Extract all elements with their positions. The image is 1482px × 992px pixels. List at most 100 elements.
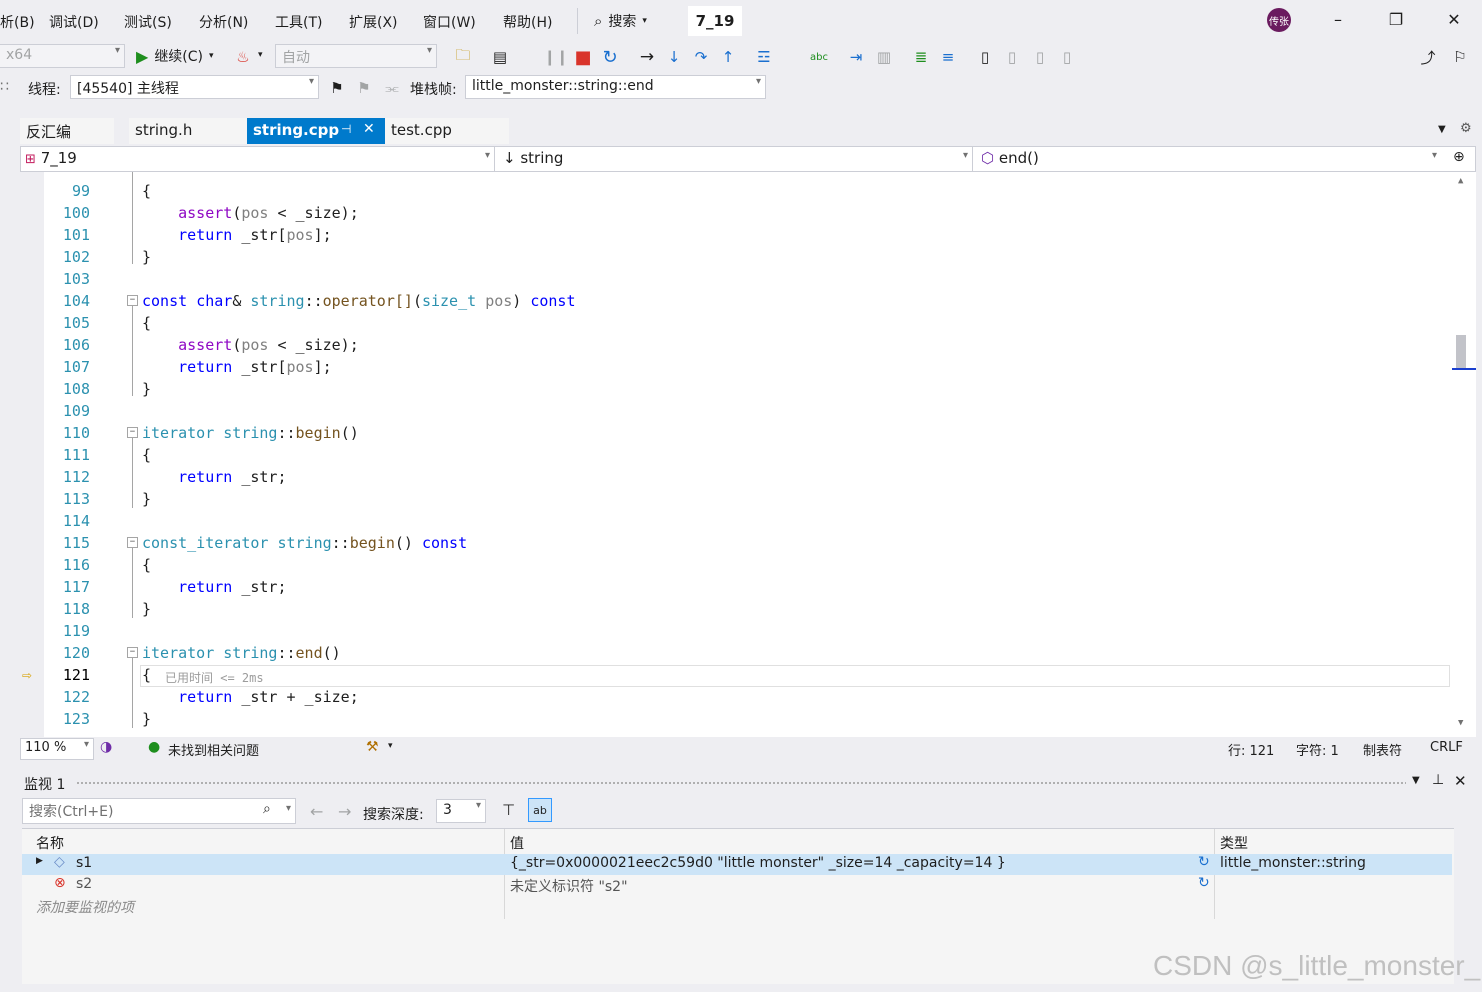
restore-icon[interactable]: ❐ [1386,10,1406,32]
pin-icon[interactable]: ⊣ [341,122,351,136]
indent-icon[interactable]: ≣ [911,47,931,67]
share-icon[interactable]: ⤴ [1418,47,1438,67]
close-tab-icon[interactable]: ✕ [363,121,375,137]
spell-check-icon[interactable]: abc [809,47,829,67]
tab-string-cpp[interactable]: string.cpp ⊣ ✕ [247,118,385,144]
watch-row[interactable]: ⊗ s2 未定义标识符 "s2" ↻ [22,875,1452,896]
step-into-icon[interactable]: ↓ [664,47,684,67]
config-combo[interactable]: 自动 ▾ [275,44,437,68]
bookmark-next-icon[interactable]: ▯ [1030,47,1050,67]
stop-icon[interactable]: ■ [573,47,593,68]
breakpoint-icon[interactable]: ⇥ [846,47,866,67]
vertical-scrollbar[interactable]: ▲ ▼ [1452,172,1476,737]
layout-icon[interactable]: ▤ [490,47,510,67]
depth-combo[interactable]: 3 ▾ [436,799,486,823]
eol-indicator[interactable]: CRLF [1430,740,1463,755]
minimize-icon[interactable]: – [1328,10,1348,32]
chevron-down-icon[interactable]: ▾ [388,741,393,751]
bookmark-icon[interactable]: ▯ [975,47,995,67]
bookmark-clear-icon[interactable]: ▯ [1057,47,1077,67]
tab-string-h[interactable]: string.h [129,118,247,144]
split-editor-icon[interactable]: ⊕ [1453,149,1465,165]
menu-help[interactable]: 帮助(H) [503,12,552,32]
watch-value[interactable]: 未定义标识符 "s2" [510,876,628,896]
search-back-icon[interactable]: ← [310,802,323,821]
thread-combo[interactable]: [45540] 主线程 ▾ [70,75,319,99]
platform-combo[interactable]: x64 ▾ [0,44,125,68]
search-button[interactable]: ⌕ 搜索 ▾ [594,11,647,31]
close-window-icon[interactable]: ✕ [1444,10,1464,32]
pin-icon[interactable]: ⊥ [1432,772,1444,788]
member-combo[interactable]: ⬡ end() ▾ [977,147,1441,171]
outline-guide [132,438,133,508]
scroll-thumb[interactable] [1456,335,1466,369]
flag-threads-icon[interactable]: ⚑ [354,78,374,98]
columns-icon[interactable]: ▥ [874,47,894,67]
expand-icon[interactable]: ▶ [36,856,43,866]
standard-toolbar: x64 ▾ ▶ 继续(C) ▾ ♨ ▾ 自动 ▾ 🗀 ▤ ❙❙ ■ ↻ → ↓ ↷ … [0,42,1482,72]
code-map-icon[interactable]: ☲ [754,47,774,67]
thread-switch-icon[interactable]: ⫘ [382,78,402,98]
scroll-up-icon[interactable]: ▲ [1458,176,1463,186]
gear-icon[interactable]: ⚙ [1460,121,1472,136]
tab-test-cpp[interactable]: test.cpp [385,118,509,144]
pause-icon[interactable]: ❙❙ [543,47,568,67]
project-combo[interactable]: ⊞ 7_19 ▾ [21,147,495,171]
folder-icon[interactable]: 🗀 [453,46,473,67]
outdent-icon[interactable]: ≡ [938,47,958,67]
copilot-icon[interactable]: ◑ [100,739,112,755]
menu-debug[interactable]: 调试(D) [49,12,99,32]
column-value[interactable]: 值 [510,833,524,853]
menu-build[interactable]: 析(B) [0,12,35,32]
menu-tools[interactable]: 工具(T) [275,12,322,32]
continue-button[interactable]: ▶ 继续(C) ▾ [136,46,214,66]
zoom-combo[interactable]: 110 % ▾ [20,738,94,760]
refresh-icon[interactable]: ↻ [1198,875,1210,891]
editor-status-bar: 110 % ▾ ◑ ● 未找到相关问题 ⚒ ▾ 行: 121 字符: 1 制表符 … [20,737,1476,761]
collapse-icon[interactable]: − [127,295,138,306]
line-indicator[interactable]: 行: 121 [1228,740,1274,759]
collapse-icon[interactable]: − [127,427,138,438]
watch-search-input[interactable]: 搜索(Ctrl+E) ⌕ ▾ [22,798,296,824]
scope-combo[interactable]: ↓ string ▾ [499,147,973,171]
search-forward-icon[interactable]: → [338,802,351,821]
scroll-down-icon[interactable]: ▼ [1458,718,1463,728]
menu-test[interactable]: 测试(S) [124,12,172,32]
tabs-indicator[interactable]: 制表符 [1363,740,1402,759]
issues-status[interactable]: 未找到相关问题 [168,740,259,759]
column-type[interactable]: 类型 [1220,833,1248,853]
feedback-icon[interactable]: ⚐ [1450,47,1470,67]
cleanup-brush-icon[interactable]: ⚒ [366,739,379,755]
refresh-icon[interactable]: ↻ [1198,854,1210,870]
collapse-icon[interactable]: − [127,537,138,548]
code-line: assert(pos < _size); [178,336,359,354]
close-icon[interactable]: ✕ [1454,772,1467,790]
tab-disassembly[interactable]: 反汇编 [20,118,114,144]
window-menu-icon[interactable]: ▼ [1412,775,1420,786]
tab-overflow-icon[interactable]: ▼ [1438,124,1446,135]
menu-extensions[interactable]: 扩展(X) [349,12,398,32]
flag-icon[interactable]: ⚑ [327,78,347,98]
watch-row[interactable]: ▶ ◇ s1 {_str=0x0000021eec2c59d0 "little … [22,854,1452,875]
restart-icon[interactable]: ↻ [600,47,620,68]
stackframe-combo[interactable]: little_monster::string::end ▾ [465,75,766,99]
step-out-icon[interactable]: ↑ [718,47,738,67]
avatar[interactable]: 传张 [1267,8,1291,32]
show-next-statement-icon[interactable]: → [637,47,657,67]
code-editor[interactable]: ⇨ 99 100 101 102 103 104 105 106 107 108… [20,172,1476,737]
indicator-margin[interactable] [20,172,44,737]
bookmark-prev-icon[interactable]: ▯ [1002,47,1022,67]
menu-analyze[interactable]: 分析(N) [199,12,248,32]
add-watch-row[interactable]: 添加要监视的项 [22,896,1452,917]
view-hex-icon[interactable]: ab [528,798,552,822]
collapse-icon[interactable]: − [127,647,138,658]
watch-value[interactable]: {_str=0x0000021eec2c59d0 "little monster… [510,855,1200,871]
step-over-icon[interactable]: ↷ [691,47,711,67]
search-icon: ⌕ [263,801,271,817]
menu-window[interactable]: 窗口(W) [423,12,476,32]
hot-reload-icon[interactable]: ♨ [233,47,253,67]
pin-to-source-icon[interactable]: ⊤ [502,801,515,819]
column-name[interactable]: 名称 [36,833,64,853]
col-indicator[interactable]: 字符: 1 [1296,740,1339,759]
chevron-down-icon[interactable]: ▾ [258,50,263,60]
